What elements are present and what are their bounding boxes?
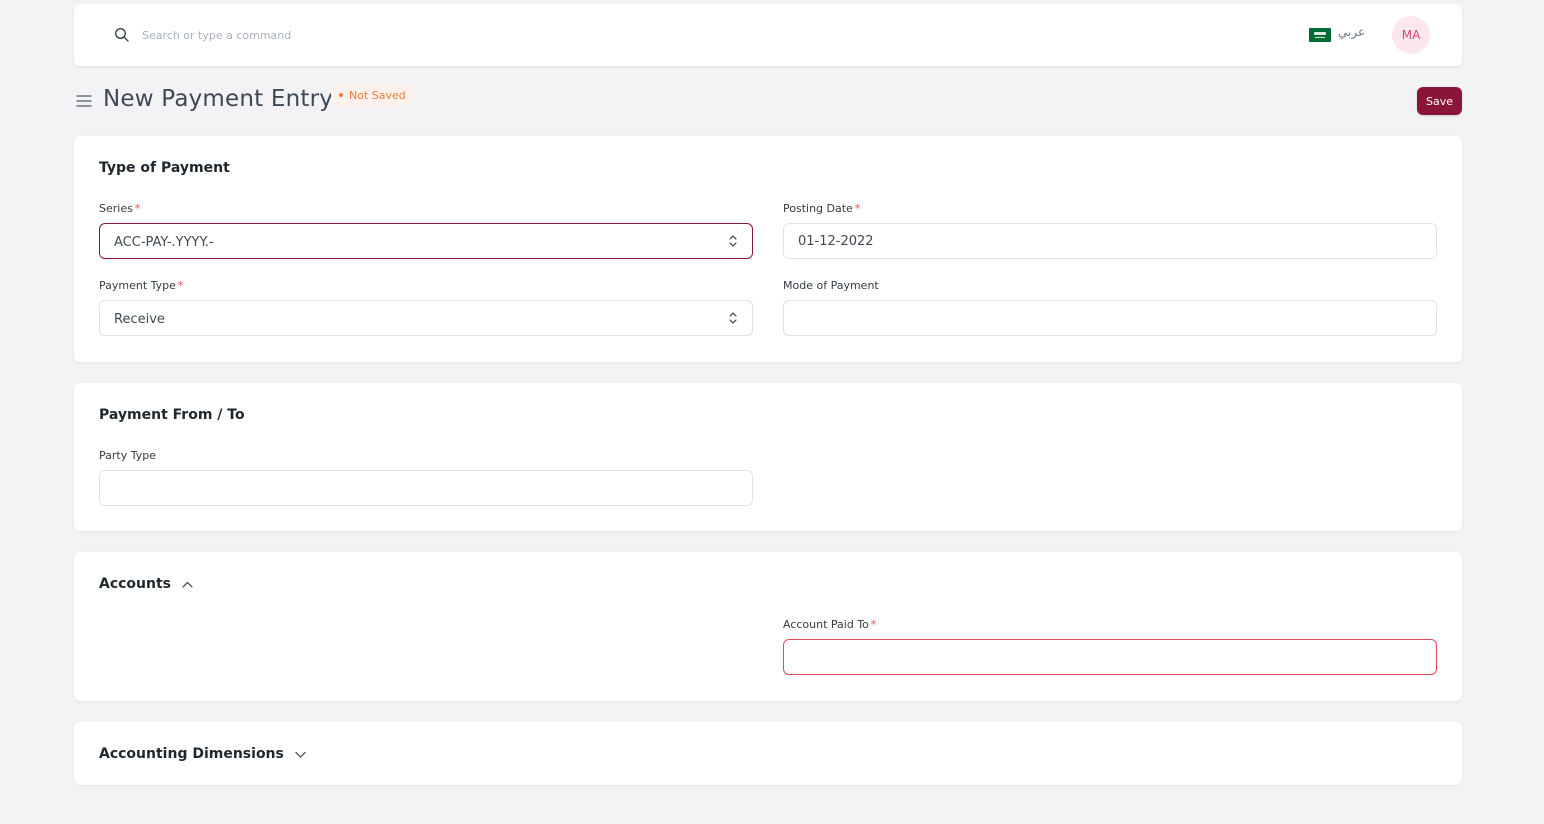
accounts-section-header[interactable]: Accounts xyxy=(99,576,194,592)
posting-date-field[interactable]: 01-12-2022 xyxy=(783,223,1437,259)
posting-date-label: Posting Date * xyxy=(783,202,861,215)
type-of-payment-section: Type of Payment Series * ACC-PAY-.YYYY.- … xyxy=(74,136,1462,362)
select-arrows-icon xyxy=(729,235,737,247)
series-select[interactable]: ACC-PAY-.YYYY.- xyxy=(99,223,753,259)
status-dot-icon xyxy=(339,93,343,97)
select-arrows-icon xyxy=(729,312,737,324)
series-label: Series * xyxy=(99,202,141,215)
posting-date-value: 01-12-2022 xyxy=(798,233,874,249)
payment-type-label: Payment Type * xyxy=(99,279,184,292)
account-paid-to-value xyxy=(798,656,1422,659)
accounting-dimensions-header[interactable]: Accounting Dimensions xyxy=(99,746,307,762)
chevron-up-icon[interactable] xyxy=(181,578,194,591)
section-title-type-of-payment: Type of Payment xyxy=(99,160,230,176)
section-title-accounts: Accounts xyxy=(99,576,172,592)
party-type-value xyxy=(114,487,738,490)
hamburger-menu-icon[interactable] xyxy=(76,94,92,108)
navbar: عربي MA xyxy=(74,4,1462,66)
search-input[interactable] xyxy=(140,24,540,46)
section-title-accounting-dimensions: Accounting Dimensions xyxy=(99,746,284,762)
account-paid-to-label: Account Paid To * xyxy=(783,618,877,631)
mode-of-payment-value xyxy=(798,317,1422,320)
language-switch[interactable]: عربي xyxy=(1338,25,1365,39)
saudi-flag-icon[interactable] xyxy=(1309,28,1331,42)
avatar[interactable]: MA xyxy=(1392,16,1430,54)
mode-of-payment-field[interactable] xyxy=(783,300,1437,336)
payment-from-to-section: Payment From / To Party Type xyxy=(74,383,1462,531)
account-paid-to-field[interactable] xyxy=(783,639,1437,675)
status-badge: Not Saved xyxy=(331,84,415,106)
payment-type-select[interactable]: Receive xyxy=(99,300,753,336)
section-title-payment-from-to: Payment From / To xyxy=(99,407,245,423)
party-type-field[interactable] xyxy=(99,470,753,506)
mode-of-payment-label: Mode of Payment xyxy=(783,279,879,292)
series-value: ACC-PAY-.YYYY.- xyxy=(114,235,214,250)
payment-type-value: Receive xyxy=(114,312,165,327)
chevron-down-icon[interactable] xyxy=(294,748,307,761)
status-text: Not Saved xyxy=(349,88,406,102)
search-icon xyxy=(115,28,129,42)
accounting-dimensions-section: Accounting Dimensions xyxy=(74,722,1462,785)
party-type-label: Party Type xyxy=(99,449,156,462)
accounts-section: Accounts Account Paid To * xyxy=(74,552,1462,701)
save-button[interactable]: Save xyxy=(1417,87,1462,115)
page-title: New Payment Entry xyxy=(103,86,334,112)
